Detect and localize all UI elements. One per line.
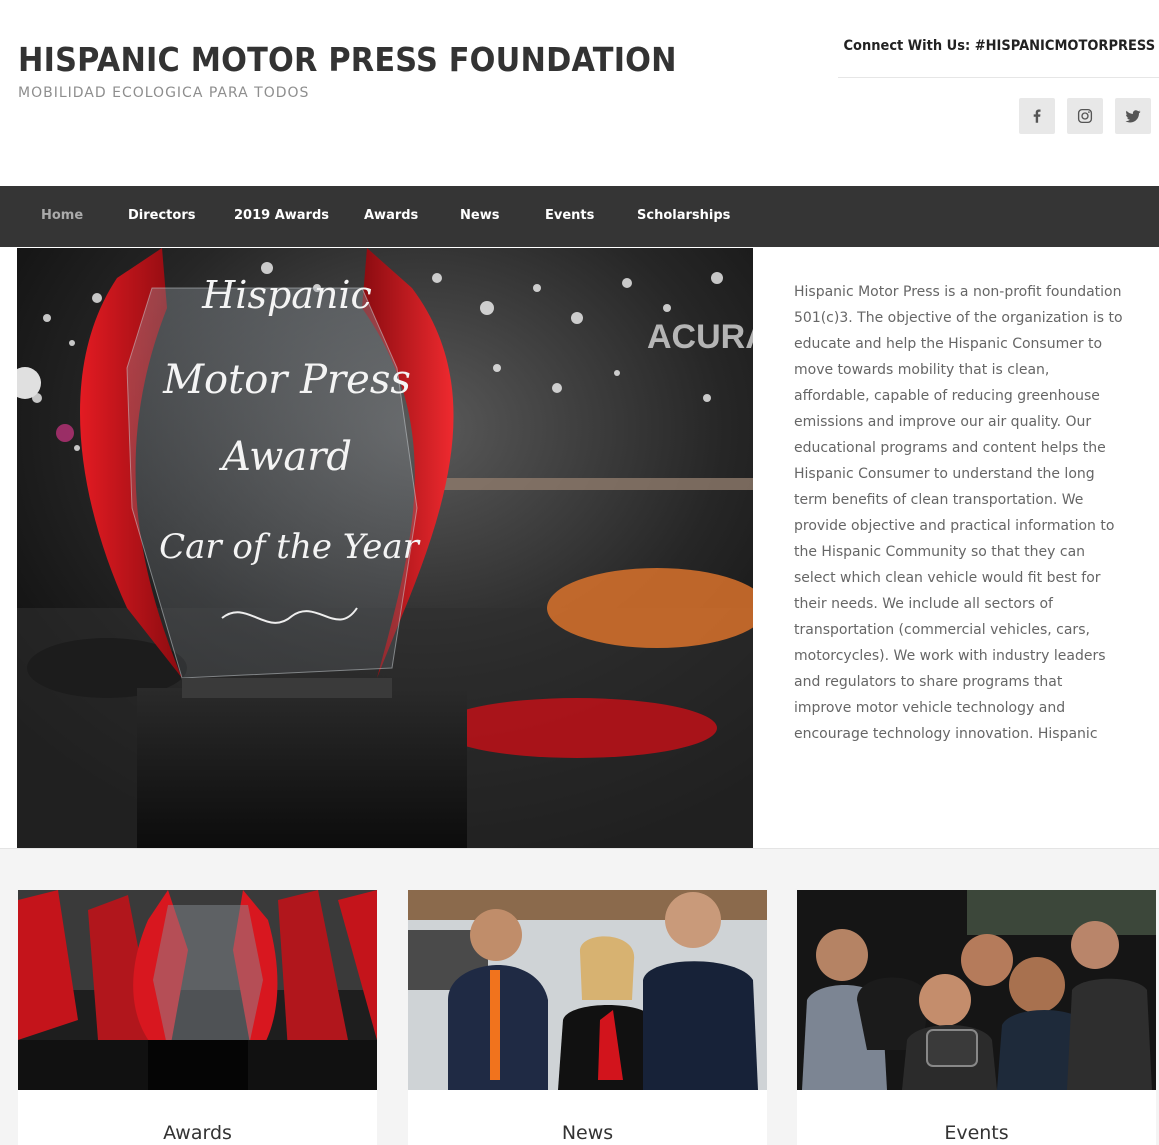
hero-trophy-image: ACURA Hispanic Motor Press Award Car of … [17, 248, 753, 848]
card-awards[interactable]: Awards [18, 890, 377, 1145]
card-events[interactable]: Events [797, 890, 1156, 1145]
hero-description: Hispanic Motor Press is a non-profit fou… [794, 284, 1123, 742]
events-image [797, 890, 1156, 1090]
site-header: HISPANIC MOTOR PRESS FOUNDATION MOBILIDA… [0, 0, 1159, 186]
nav-events[interactable]: Events [545, 208, 594, 223]
main-nav: Home Directors 2019 Awards Awards News E… [0, 186, 1159, 247]
card-events-label[interactable]: Events [797, 1122, 1156, 1144]
instagram-button[interactable] [1067, 98, 1103, 134]
trophy-text-line-1: Hispanic [201, 273, 372, 317]
site-tagline: MOBILIDAD ECOLOGICA PARA TODOS [18, 85, 310, 101]
nav-2019-awards[interactable]: 2019 Awards [234, 208, 329, 223]
acura-sign: ACURA [647, 318, 753, 356]
nav-home[interactable]: Home [41, 208, 83, 223]
trophy-text-line-4: Car of the Year [159, 527, 421, 567]
facebook-button[interactable] [1019, 98, 1055, 134]
header-divider [838, 77, 1159, 78]
twitter-button[interactable] [1115, 98, 1151, 134]
card-news-label[interactable]: News [408, 1122, 767, 1144]
nav-scholarships[interactable]: Scholarships [637, 208, 730, 223]
card-awards-label[interactable]: Awards [18, 1122, 377, 1144]
nav-awards[interactable]: Awards [364, 208, 418, 223]
awards-image [18, 890, 377, 1090]
nav-directors[interactable]: Directors [128, 208, 195, 223]
twitter-icon [1125, 110, 1141, 123]
card-news[interactable]: News [408, 890, 767, 1145]
instagram-icon [1077, 108, 1093, 124]
trophy-text-line-2: Motor Press [162, 357, 411, 403]
facebook-icon [1033, 109, 1041, 123]
nav-news[interactable]: News [460, 208, 499, 223]
news-image [408, 890, 767, 1090]
trophy-text-line-3: Award [218, 434, 352, 480]
site-title[interactable]: HISPANIC MOTOR PRESS FOUNDATION [18, 40, 677, 79]
connect-with-us: Connect With Us: #HISPANICMOTORPRESS [843, 38, 1155, 54]
